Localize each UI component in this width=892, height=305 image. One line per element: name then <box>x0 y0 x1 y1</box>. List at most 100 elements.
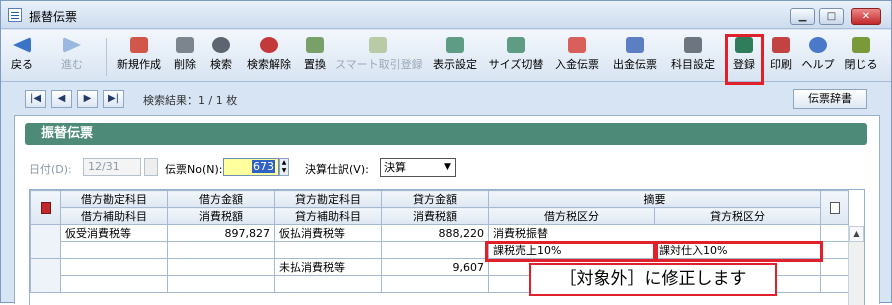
delete-button[interactable]: 削除 <box>171 33 199 79</box>
closing-entry-select[interactable]: 決算 ▼ <box>380 158 456 177</box>
minimize-button[interactable]: ▁ <box>790 8 815 25</box>
title-bar: 振替伝票 ▁ □ ✕ <box>1 1 891 29</box>
close-button[interactable]: 閉じる <box>841 33 881 79</box>
app-icon <box>8 8 22 22</box>
close-window-button[interactable]: ✕ <box>851 8 881 25</box>
col-debit-tax-amount: 消費税額 <box>167 207 275 225</box>
debit-sub-cell[interactable] <box>60 241 168 259</box>
slip-no-label: 伝票No(N): <box>165 163 223 176</box>
credit-amount-cell[interactable]: 888,220 <box>381 224 489 242</box>
back-button[interactable]: 戻る <box>7 33 37 79</box>
date-picker-button[interactable] <box>144 158 158 176</box>
col-credit-tax-class: 貸方税区分 <box>654 207 821 225</box>
col-credit-tax-amount: 消費税額 <box>381 207 489 225</box>
table-row: 仮受消費税等 897,827 仮払消費税等 888,220 消費税振替 <box>30 224 849 259</box>
slip-no-spinner[interactable]: ▲ ▼ <box>279 158 289 176</box>
scroll-cell <box>820 258 849 276</box>
col-credit-sub: 貸方補助科目 <box>274 207 382 225</box>
vertical-scrollbar[interactable]: ▲ <box>848 226 864 305</box>
header-row-1: 借方勘定科目 借方金額 貸方勘定科目 貸方金額 摘要 <box>30 190 849 225</box>
credit-tax-cell[interactable] <box>381 275 489 293</box>
replace-icon <box>306 37 324 53</box>
debit-tax-cell[interactable] <box>167 241 275 259</box>
credit-account-cell[interactable]: 未払消費税等 <box>274 258 382 276</box>
credit-tax-highlight <box>655 241 823 262</box>
col-debit-tax-class: 借方税区分 <box>488 207 655 225</box>
back-arrow-icon <box>13 37 31 53</box>
credit-tax-cell[interactable] <box>381 241 489 259</box>
search-clear-icon <box>260 37 278 53</box>
prev-record-button[interactable]: ◀ <box>51 90 72 108</box>
deposit-slip-button[interactable]: 入金伝票 <box>551 33 603 79</box>
chevron-down-icon: ▼ <box>440 159 455 176</box>
date-label: 日付(D): <box>29 163 72 176</box>
closing-entry-label: 決算仕訳(V): <box>305 163 369 176</box>
date-field[interactable]: 12/31 <box>83 158 141 176</box>
app-window: 振替伝票 ▁ □ ✕ 戻る 進む 新規作成 削除 検索 検索解除 置換 スマート… <box>0 0 892 305</box>
debit-account-cell[interactable] <box>60 258 168 276</box>
memo-cell[interactable]: 消費税振替 <box>488 224 821 242</box>
scroll-cell <box>820 275 849 293</box>
display-settings-icon <box>446 37 464 53</box>
row-marker-icon <box>40 201 51 214</box>
row-header[interactable] <box>30 258 61 293</box>
credit-amount-cell[interactable]: 9,607 <box>381 258 489 276</box>
search-clear-button[interactable]: 検索解除 <box>243 33 295 79</box>
forward-arrow-icon <box>63 37 81 53</box>
first-record-button[interactable]: |◀ <box>25 90 46 108</box>
memo-icon-header[interactable] <box>820 190 849 225</box>
deposit-slip-icon <box>568 37 586 53</box>
debit-amount-cell[interactable]: 897,827 <box>167 224 275 242</box>
slip-no-field[interactable]: 673 <box>223 158 279 176</box>
debit-amount-cell[interactable] <box>167 258 275 276</box>
debit-tax-highlight <box>485 241 656 262</box>
help-button[interactable]: ヘルプ <box>801 33 835 79</box>
debit-account-cell[interactable]: 仮受消費税等 <box>60 224 168 242</box>
scroll-up-icon[interactable]: ▲ <box>849 226 864 242</box>
account-settings-button[interactable]: 科目設定 <box>667 33 719 79</box>
register-highlight <box>725 34 764 85</box>
exit-icon <box>852 37 870 53</box>
row-marker-header <box>30 190 61 225</box>
col-credit-amount: 貸方金額 <box>381 190 489 208</box>
smart-entry-button[interactable]: スマート取引登録 <box>335 33 423 79</box>
maximize-button[interactable]: □ <box>819 8 844 25</box>
search-button[interactable]: 検索 <box>205 33 237 79</box>
last-record-button[interactable]: ▶| <box>103 90 124 108</box>
maximize-icon: □ <box>826 11 837 22</box>
size-toggle-icon <box>507 37 525 53</box>
col-credit-account: 貸方勘定科目 <box>274 190 382 208</box>
col-debit-account: 借方勘定科目 <box>60 190 168 208</box>
smart-entry-icon <box>369 37 387 53</box>
panel-heading: 振替伝票 <box>25 123 867 145</box>
toolbar-separator <box>106 38 107 76</box>
new-button[interactable]: 新規作成 <box>113 33 165 79</box>
close-icon: ✕ <box>861 11 871 22</box>
forward-button[interactable]: 進む <box>57 33 87 79</box>
payment-slip-icon <box>626 37 644 53</box>
debit-tax-cell[interactable] <box>167 275 275 293</box>
minimize-icon: ▁ <box>798 11 807 22</box>
help-icon <box>809 37 827 53</box>
print-button[interactable]: 印刷 <box>767 33 795 79</box>
display-settings-button[interactable]: 表示設定 <box>429 33 481 79</box>
size-toggle-button[interactable]: サイズ切替 <box>487 33 545 79</box>
col-debit-amount: 借方金額 <box>167 190 275 208</box>
payment-slip-button[interactable]: 出金伝票 <box>609 33 661 79</box>
slip-dictionary-button[interactable]: 伝票辞書 <box>793 89 867 109</box>
row-header[interactable] <box>30 224 61 259</box>
replace-button[interactable]: 置換 <box>301 33 329 79</box>
scroll-cell <box>820 224 849 242</box>
instruction-callout: ［対象外］に修正します <box>529 263 777 296</box>
credit-account-cell[interactable]: 仮払消費税等 <box>274 224 382 242</box>
debit-sub-cell[interactable] <box>60 275 168 293</box>
credit-sub-cell[interactable] <box>274 241 382 259</box>
search-result-text: 検索結果：1 / 1 枚 <box>143 94 238 107</box>
col-debit-sub: 借方補助科目 <box>60 207 168 225</box>
printer-icon <box>772 37 790 53</box>
header-row-2: 借方補助科目 消費税額 貸方補助科目 消費税額 借方税区分 貸方税区分 <box>31 207 849 225</box>
credit-sub-cell[interactable] <box>274 275 382 293</box>
search-icon <box>212 37 230 53</box>
next-record-button[interactable]: ▶ <box>77 90 98 108</box>
memo-icon <box>829 201 840 214</box>
